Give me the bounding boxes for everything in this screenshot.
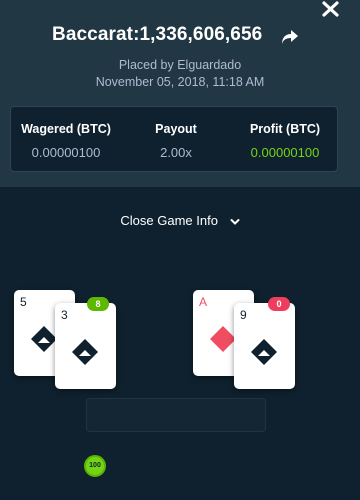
card-rank: 5 [20,295,27,309]
stats-card: Wagered (BTC) 0.00000100 Payout 2.00x Pr… [10,106,338,172]
title-row: Baccarat:1,336,606,656 [0,24,360,50]
close-game-info-label: Close Game Info [120,213,218,228]
close-game-info-toggle[interactable]: Close Game Info [0,213,360,233]
profit-label: Profit (BTC) [249,122,321,136]
banker-card-2: 9 [234,303,295,389]
payout-value: 2.00x [160,145,192,160]
profit-stat: Profit (BTC) 0.00000100 [231,107,339,173]
table-payout-plate [86,398,266,432]
bet-chip: 100 [84,455,106,477]
banker-score-badge: 0 [268,297,290,311]
close-button[interactable] [316,0,346,22]
bet-details-panel: Baccarat:1,336,606,656 Placed by Elguard… [0,0,360,187]
spade-icon [72,339,98,365]
profit-value: 0.00000100 [250,145,320,160]
bet-title: Baccarat:1,336,606,656 [52,24,263,45]
wagered-value: 0.00000100 [31,145,101,160]
player-card-2: 3 [55,303,116,389]
bet-date: November 05, 2018, 11:18 AM [95,75,265,89]
card-rank: 9 [240,308,247,322]
card-rank: 3 [61,308,68,322]
wagered-label: Wagered (BTC) [21,122,111,136]
card-rank: A [199,295,208,309]
spade-icon [251,339,277,365]
player-score-badge: 8 [87,297,109,311]
share-icon [282,30,298,44]
wagered-stat: Wagered (BTC) 0.00000100 [11,107,121,173]
close-icon [322,1,339,17]
share-button[interactable] [280,27,300,47]
placed-by: Placed by Elguardado [118,58,242,72]
chevron-down-icon [230,214,240,229]
payout-label: Payout [155,122,197,136]
payout-stat: Payout 2.00x [121,107,231,173]
